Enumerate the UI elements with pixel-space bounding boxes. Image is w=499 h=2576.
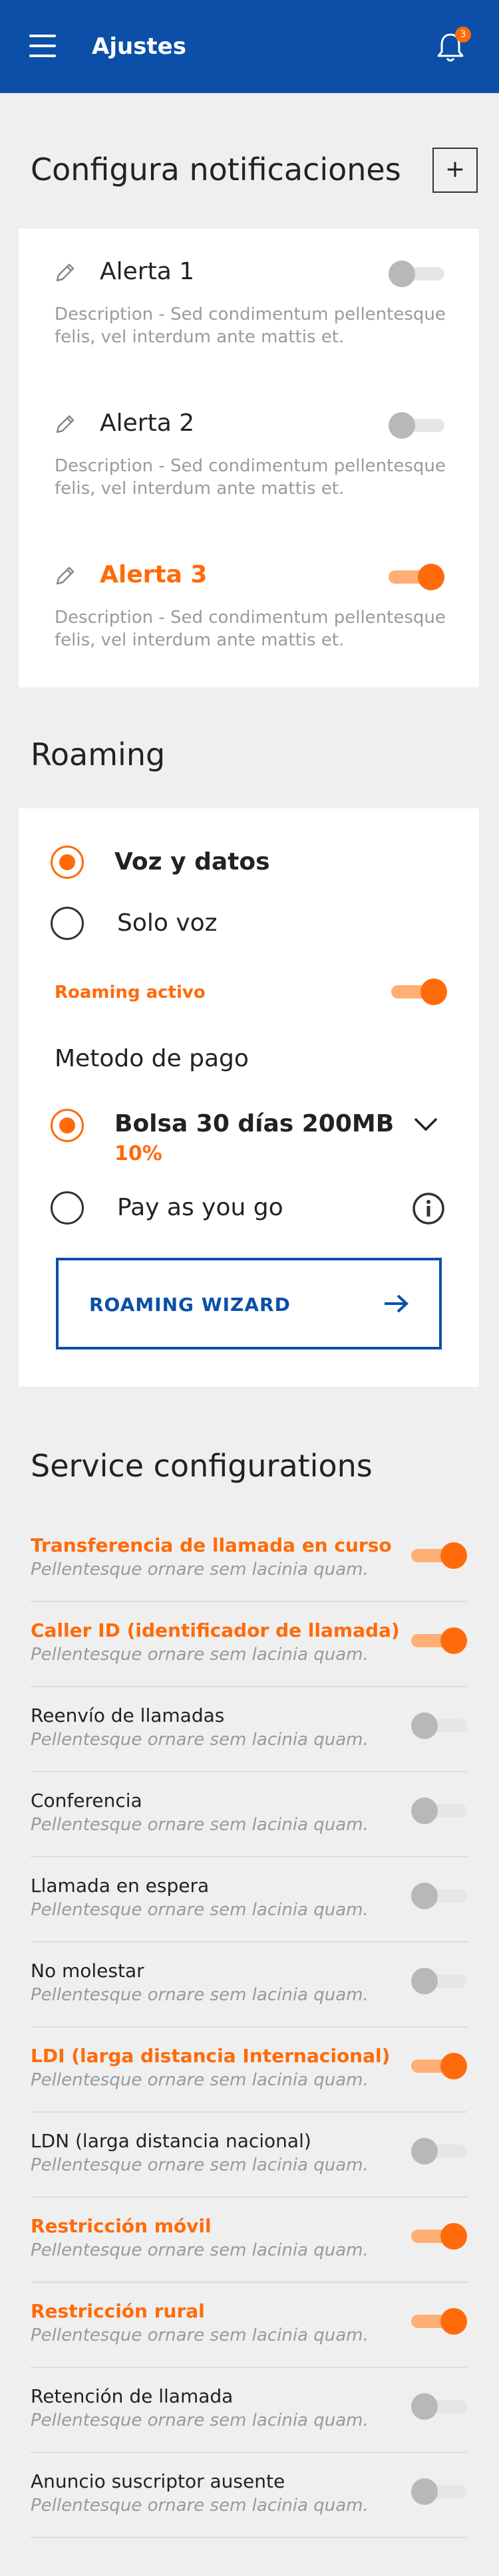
alert-name: Alerta 1 (100, 258, 195, 285)
add-alert-button[interactable]: + (432, 148, 478, 193)
alert-name: Alerta 2 (100, 410, 195, 437)
arrow-right-icon (385, 1294, 409, 1313)
service-row: Caller ID (identificador de llamada) Pell… (31, 1602, 467, 1687)
radio-bolsa[interactable] (51, 1109, 84, 1142)
alert-item: Alerta 1 Description - Sed condimentum pe… (19, 229, 479, 380)
service-title: Anuncio suscriptor ausente (31, 2470, 285, 2492)
service-row: LDN (larga distancia nacional) Pellentesq… (31, 2113, 467, 2198)
payg-label: Pay as you go (117, 1194, 283, 1221)
service-description: Pellentesque ornare sem lacinia quam. (31, 2155, 369, 2175)
service-row: Reenvío de llamadas Pellentesque ornare s… (31, 1687, 467, 1772)
service-title: LDI (larga distancia Internacional) (31, 2045, 391, 2067)
alert-description: Description - Sed condimentum pellentesq… (55, 304, 446, 347)
service-title: Reenvío de llamadas (31, 1704, 225, 1726)
alert-name: Alerta 3 (100, 561, 208, 588)
app-header: Ajustes 3 (0, 0, 499, 93)
page-title: Ajustes (92, 33, 186, 60)
service-title: No molestar (31, 1960, 144, 1982)
service-description: Pellentesque ornare sem lacinia quam. (31, 2325, 369, 2345)
service-description: Pellentesque ornare sem lacinia quam. (31, 1985, 369, 2005)
service-title: Llamada en espera (31, 1875, 210, 1897)
chevron-down-icon[interactable] (413, 1115, 439, 1133)
bolsa-label: Bolsa 30 días 200MB (114, 1110, 395, 1137)
alerts-card: Alerta 1 Description - Sed condimentum pe… (19, 229, 479, 687)
service-toggle[interactable] (411, 1542, 467, 1569)
service-row: Conferencia Pellentesque ornare sem lacin… (31, 1772, 467, 1857)
bolsa-percent: 10% (114, 1142, 162, 1165)
service-description: Pellentesque ornare sem lacinia quam. (31, 1730, 369, 1750)
services-section-title: Service configurations (31, 1448, 373, 1484)
roaming-active-toggle[interactable] (391, 979, 447, 1005)
notifications-section-title: Configura notificaciones (31, 152, 401, 187)
alert-toggle[interactable] (389, 412, 444, 439)
pencil-icon[interactable] (53, 412, 77, 436)
info-icon[interactable] (411, 1191, 446, 1226)
alert-toggle[interactable] (389, 564, 444, 590)
service-toggle[interactable] (411, 2478, 467, 2505)
service-title: Retención de llamada (31, 2385, 234, 2407)
service-row: No molestar Pellentesque ornare sem lacin… (31, 1942, 467, 2028)
notification-badge: 3 (455, 27, 471, 43)
service-toggle[interactable] (411, 2138, 467, 2165)
service-row: Restricción rural Pellentesque ornare sem… (31, 2283, 467, 2368)
service-row: Restricción móvil Pellentesque ornare sem… (31, 2198, 467, 2283)
alert-description: Description - Sed condimentum pellentesq… (55, 456, 446, 499)
service-description: Pellentesque ornare sem lacinia quam. (31, 1900, 369, 1920)
service-title: Restricción móvil (31, 2215, 212, 2237)
payment-method-title: Metodo de pago (55, 1045, 249, 1072)
service-toggle[interactable] (411, 1798, 467, 1824)
service-title: LDN (larga distancia nacional) (31, 2130, 311, 2152)
service-row: Anuncio suscriptor ausente Pellentesque o… (31, 2453, 467, 2538)
pencil-icon[interactable] (53, 564, 77, 588)
voice-data-label: Voz y datos (114, 848, 270, 876)
service-description: Pellentesque ornare sem lacinia quam. (31, 2240, 369, 2260)
service-toggle[interactable] (411, 1712, 467, 1739)
service-title: Restricción rural (31, 2300, 205, 2322)
service-toggle[interactable] (411, 2223, 467, 2250)
service-description: Pellentesque ornare sem lacinia quam. (31, 1560, 369, 1580)
service-title: Caller ID (identificador de llamada) (31, 1619, 400, 1641)
pencil-icon[interactable] (53, 261, 77, 285)
alert-toggle[interactable] (389, 261, 444, 287)
service-description: Pellentesque ornare sem lacinia quam. (31, 2070, 369, 2090)
service-toggle[interactable] (411, 1627, 467, 1654)
service-row: Llamada en espera Pellentesque ornare sem… (31, 1857, 467, 1942)
service-toggle[interactable] (411, 2308, 467, 2335)
radio-voice-only[interactable] (51, 907, 84, 940)
roaming-section-title: Roaming (31, 737, 166, 772)
notifications-button[interactable]: 3 (432, 27, 471, 65)
service-toggle[interactable] (411, 2393, 467, 2420)
service-toggle[interactable] (411, 2053, 467, 2079)
alert-item: Alerta 2 Description - Sed condimentum pe… (19, 380, 479, 532)
service-title: Conferencia (31, 1790, 142, 1812)
service-row: LDI (larga distancia Internacional) Pelle… (31, 2028, 467, 2113)
alert-item: Alerta 3 Description - Sed condimentum pe… (19, 532, 479, 683)
radio-payg[interactable] (51, 1191, 84, 1225)
service-description: Pellentesque ornare sem lacinia quam. (31, 2410, 369, 2430)
alert-description: Description - Sed condimentum pellentesq… (55, 608, 446, 650)
voice-only-label: Solo voz (117, 909, 218, 937)
roaming-wizard-label: ROAMING WIZARD (89, 1294, 291, 1316)
service-title: Transferencia de llamada en curso (31, 1534, 392, 1556)
service-toggle[interactable] (411, 1883, 467, 1909)
roaming-card: Voz y datos Solo voz Roaming activo Meto… (19, 808, 479, 1387)
service-description: Pellentesque ornare sem lacinia quam. (31, 1645, 369, 1665)
service-description: Pellentesque ornare sem lacinia quam. (31, 1815, 369, 1835)
service-row: Transferencia de llamada en curso Pellent… (31, 1517, 467, 1602)
menu-button[interactable] (29, 35, 57, 59)
radio-voice-data[interactable] (51, 846, 84, 879)
service-toggle[interactable] (411, 1968, 467, 1994)
service-description: Pellentesque ornare sem lacinia quam. (31, 2496, 369, 2516)
service-row: Retención de llamada Pellentesque ornare … (31, 2368, 467, 2453)
roaming-wizard-button[interactable]: ROAMING WIZARD (56, 1258, 442, 1349)
roaming-active-label: Roaming activo (55, 983, 206, 1002)
